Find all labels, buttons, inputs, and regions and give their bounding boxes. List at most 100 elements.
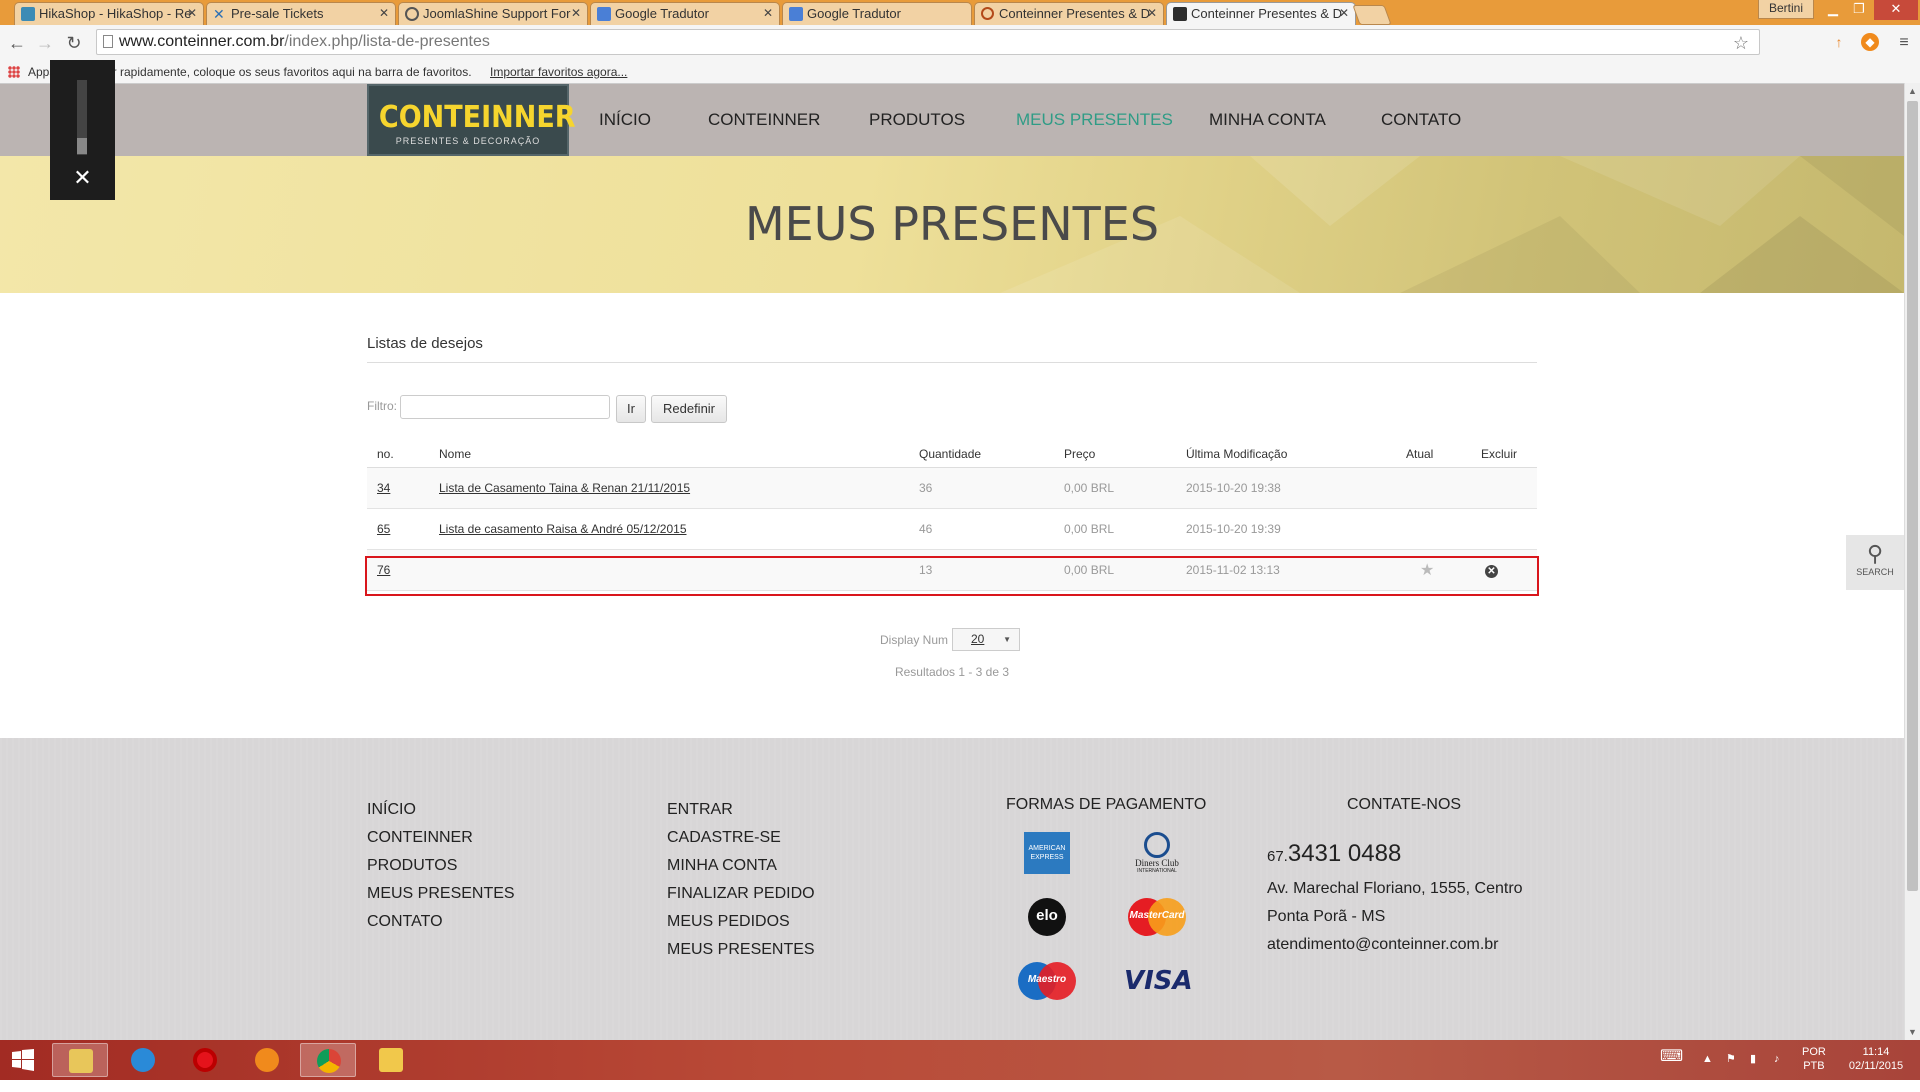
- delete-icon[interactable]: ✕: [1485, 564, 1498, 578]
- footer-link[interactable]: MINHA CONTA: [667, 852, 815, 880]
- row-number-link[interactable]: 65: [377, 522, 390, 536]
- side-search-button[interactable]: ⚲ SEARCH: [1846, 535, 1904, 590]
- browser-tab[interactable]: Google Tradutor ✕: [590, 2, 780, 25]
- reload-icon[interactable]: ↻: [63, 32, 85, 54]
- google-translate-favicon-icon: [597, 7, 611, 21]
- back-icon[interactable]: ←: [6, 32, 28, 54]
- nav-minha-conta[interactable]: MINHA CONTA: [1209, 84, 1326, 156]
- nav-meus-presentes[interactable]: MEUS PRESENTES: [1016, 84, 1173, 156]
- tab-close-icon[interactable]: ✕: [187, 3, 197, 24]
- show-hidden-icons[interactable]: ▲: [1702, 1052, 1713, 1092]
- table-row: 65 Lista de casamento Raisa & André 05/1…: [367, 508, 1537, 550]
- nav-inicio[interactable]: INÍCIO: [599, 84, 651, 156]
- clock-time: 11:14: [1862, 1046, 1890, 1058]
- row-name-link[interactable]: Lista de casamento Raisa & André 05/12/2…: [439, 522, 687, 536]
- volume-icon[interactable]: ♪: [1774, 1052, 1780, 1092]
- import-bookmarks-link[interactable]: Importar favoritos agora...: [490, 61, 627, 83]
- go-button[interactable]: Ir: [616, 395, 646, 423]
- windows-start-icon[interactable]: [0, 1043, 46, 1077]
- footer-link[interactable]: MEUS PRESENTES: [367, 880, 515, 908]
- overlay-close-icon[interactable]: ✕: [50, 165, 115, 191]
- taskbar-firefox[interactable]: [239, 1043, 295, 1077]
- taskbar-internet-explorer[interactable]: [115, 1043, 171, 1077]
- google-translate-favicon-icon: [789, 7, 803, 21]
- footer-link[interactable]: MEUS PEDIDOS: [667, 908, 815, 936]
- extension-flame-icon[interactable]: ◆: [1861, 33, 1879, 51]
- nav-conteinner[interactable]: CONTEINNER: [708, 84, 820, 156]
- search-label: SEARCH: [1856, 567, 1894, 577]
- restore-icon[interactable]: ❐: [1846, 0, 1872, 20]
- filter-input[interactable]: [400, 395, 610, 419]
- footer-link[interactable]: ENTRAR: [667, 796, 815, 824]
- browser-tab[interactable]: ✕ Pre-sale Tickets ✕: [206, 2, 396, 25]
- url-field[interactable]: www.conteinner.com.br/index.php/lista-de…: [96, 29, 1760, 55]
- payments-title: FORMAS DE PAGAMENTO: [1006, 796, 1207, 813]
- col-price: Preço: [1054, 440, 1176, 468]
- browser-tab[interactable]: JoomlaShine Support For ✕: [398, 2, 588, 25]
- menu-icon[interactable]: ≡: [1893, 32, 1915, 54]
- tab-close-icon[interactable]: ✕: [379, 3, 389, 24]
- tab-close-icon[interactable]: ✕: [1339, 3, 1349, 24]
- current-star-icon[interactable]: ★: [1420, 562, 1434, 579]
- row-quantity: 46: [909, 508, 1054, 550]
- footer-link[interactable]: CONTEINNER: [367, 824, 515, 852]
- footer-link[interactable]: CONTATO: [367, 908, 515, 936]
- col-current: Atual: [1396, 440, 1471, 468]
- scrollbar-thumb[interactable]: [1907, 101, 1918, 891]
- row-number-link[interactable]: 34: [377, 481, 390, 495]
- row-number-link[interactable]: 76: [377, 563, 390, 577]
- results-counter: Resultados 1 - 3 de 3: [894, 665, 1010, 679]
- browser-tab-active[interactable]: Conteinner Presentes & D ✕: [1166, 2, 1356, 26]
- scroll-up-icon[interactable]: ▲: [1908, 86, 1917, 96]
- nav-produtos[interactable]: PRODUTOS: [869, 84, 965, 156]
- site-logo[interactable]: CONTEINNER PRESENTES & DECORAÇÃO: [367, 84, 576, 156]
- contact-phone: 67.3431 0488: [1267, 840, 1401, 868]
- display-num-select[interactable]: 20 ▼: [952, 628, 1020, 651]
- section-divider: [367, 362, 1537, 363]
- taskbar-file-manager[interactable]: [363, 1043, 419, 1077]
- reset-button[interactable]: Redefinir: [651, 395, 727, 423]
- overlay-slider-handle[interactable]: [77, 138, 87, 154]
- taskbar-opera[interactable]: [177, 1043, 233, 1077]
- minimize-icon[interactable]: ▁: [1820, 0, 1846, 20]
- keyboard-icon[interactable]: ⌨: [1660, 1049, 1683, 1090]
- tab-close-icon[interactable]: ✕: [571, 3, 581, 24]
- footer-link[interactable]: MEUS PRESENTES: [667, 936, 815, 964]
- phone-number: 3431 0488: [1287, 840, 1402, 867]
- footer-link[interactable]: INÍCIO: [367, 796, 515, 824]
- footer-link[interactable]: FINALIZAR PEDIDO: [667, 880, 815, 908]
- window-close-icon[interactable]: ✕: [1874, 0, 1918, 20]
- browser-tab[interactable]: Conteinner Presentes & D ✕: [974, 2, 1164, 25]
- col-delete: Excluir: [1471, 440, 1537, 468]
- extension-arrow-icon[interactable]: ↑: [1830, 33, 1848, 51]
- new-tab-button[interactable]: [1352, 5, 1392, 25]
- browser-tab[interactable]: Google Tradutor: [782, 2, 972, 25]
- footer-link[interactable]: CADASTRE-SE: [667, 824, 815, 852]
- keyboard-layout: PTB: [1803, 1060, 1825, 1072]
- tab-close-icon[interactable]: ✕: [1147, 3, 1157, 24]
- apps-grid-icon[interactable]: [8, 66, 20, 78]
- scroll-down-icon[interactable]: ▼: [1908, 1027, 1917, 1037]
- tab-close-icon[interactable]: ✕: [763, 3, 773, 24]
- system-clock[interactable]: 11:14 02/11/2015: [1846, 1045, 1906, 1085]
- taskbar-explorer-folder[interactable]: [52, 1043, 108, 1077]
- site-footer: INÍCIO CONTEINNER PRODUTOS MEUS PRESENTE…: [0, 738, 1904, 1040]
- col-name: Nome: [429, 440, 909, 468]
- forward-icon[interactable]: →: [34, 32, 56, 54]
- row-name-link[interactable]: Lista de Casamento Taina & Renan 21/11/2…: [439, 481, 690, 495]
- row-modified: 2015-10-20 19:39: [1176, 508, 1396, 550]
- action-center-flag-icon[interactable]: ⚑: [1726, 1052, 1736, 1092]
- profile-name[interactable]: Bertini: [1758, 0, 1815, 19]
- nav-contato[interactable]: CONTATO: [1381, 84, 1461, 156]
- browser-tab[interactable]: HikaShop - HikaShop - Re ✕: [14, 2, 204, 25]
- bookmark-star-icon[interactable]: ☆: [1733, 31, 1749, 55]
- network-icon[interactable]: ▮: [1750, 1052, 1756, 1092]
- tab-label: Conteinner Presentes & D: [1191, 6, 1343, 21]
- language-indicator[interactable]: POR PTB: [1802, 1045, 1826, 1085]
- row-modified: 2015-11-02 13:13: [1176, 549, 1396, 591]
- footer-link[interactable]: PRODUTOS: [367, 852, 515, 880]
- taskbar-chrome[interactable]: [300, 1043, 356, 1077]
- contact-email[interactable]: atendimento@conteinner.com.br: [1267, 936, 1498, 954]
- page-scrollbar[interactable]: ▲ ▼: [1904, 83, 1920, 1040]
- tab-label: Pre-sale Tickets: [231, 6, 324, 21]
